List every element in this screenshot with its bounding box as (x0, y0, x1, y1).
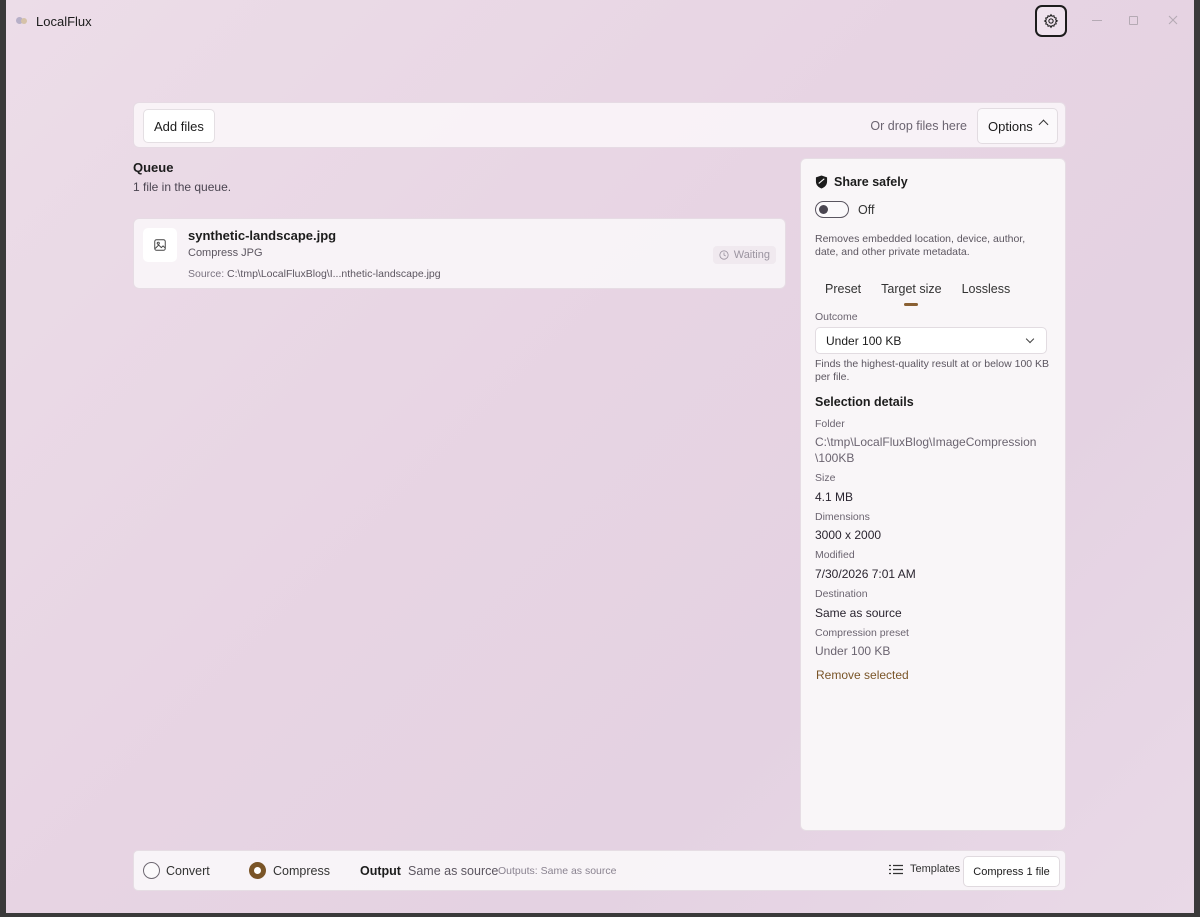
status-badge: Waiting (712, 246, 776, 264)
queue-title: Queue (133, 160, 174, 175)
share-safely-description: Removes embedded location, device, autho… (815, 233, 1026, 258)
compression-mode-tabs: Preset Target size Lossless (815, 279, 1020, 306)
destination-value: Same as source (815, 606, 902, 620)
outcome-dropdown[interactable]: Under 100 KB (815, 327, 1047, 354)
app-title: LocalFlux (36, 14, 92, 29)
options-label: Options (988, 118, 1033, 134)
convert-radio[interactable] (143, 862, 160, 879)
maximize-button[interactable] (1116, 8, 1150, 32)
add-files-button[interactable]: Add files (143, 109, 215, 143)
templates-label: Templates (910, 863, 961, 875)
list-icon (889, 864, 903, 874)
close-icon (1168, 15, 1178, 25)
templates-button[interactable]: Templates (889, 863, 960, 875)
file-source-label: Source: (188, 268, 225, 280)
drop-files-hint: Or drop files here (870, 119, 967, 133)
outcome-label: Outcome (815, 311, 858, 323)
minimize-button[interactable] (1080, 8, 1114, 32)
clock-icon (719, 250, 729, 260)
share-safely-toggle[interactable] (815, 201, 849, 218)
destination-label: Destination (815, 588, 868, 600)
compression-preset-value: Under 100 KB (815, 644, 891, 658)
dimensions-label: Dimensions (815, 511, 870, 523)
app-window: LocalFlux Add files Or drop files here O… (6, 0, 1194, 913)
outcome-hint: Finds the highest-quality result at or b… (815, 358, 1050, 383)
toggle-state-label: Off (858, 203, 875, 217)
compress-files-button[interactable]: Compress 1 file (963, 856, 1060, 887)
file-action: Compress JPG (188, 247, 263, 259)
share-safely-title: Share safely (834, 175, 908, 189)
output-value[interactable]: Same as source (408, 864, 498, 878)
image-file-icon (143, 228, 177, 262)
convert-label[interactable]: Convert (166, 864, 210, 878)
remove-selected-link[interactable]: Remove selected (816, 668, 909, 682)
output-summary: Outputs: Same as source (498, 865, 617, 877)
shield-icon (815, 175, 828, 189)
settings-button[interactable] (1035, 5, 1067, 37)
status-text: Waiting (733, 249, 770, 261)
minimize-icon (1092, 19, 1102, 21)
action-bar: Convert Compress Output Same as source O… (133, 850, 1066, 891)
options-button[interactable]: Options (977, 108, 1058, 144)
tab-lossless[interactable]: Lossless (952, 279, 1021, 306)
details-panel: Share safely Off Removes embedded locati… (800, 158, 1066, 831)
modified-value: 7/30/2026 7:01 AM (815, 567, 916, 581)
folder-label: Folder (815, 418, 845, 430)
gear-icon (1043, 13, 1059, 29)
maximize-icon (1128, 15, 1138, 25)
tab-target-size[interactable]: Target size (871, 279, 951, 306)
compress-label[interactable]: Compress (273, 864, 330, 878)
file-name: synthetic-landscape.jpg (188, 228, 337, 243)
close-button[interactable] (1156, 8, 1190, 32)
size-label: Size (815, 472, 836, 484)
output-label: Output (360, 864, 401, 878)
folder-value: C:\tmp\LocalFluxBlog\ImageCompression \1… (815, 435, 1037, 465)
compress-radio[interactable] (249, 862, 266, 879)
selection-details-title: Selection details (815, 395, 914, 409)
chevron-down-icon (1025, 334, 1035, 344)
size-value: 4.1 MB (815, 490, 854, 504)
app-logo-icon (16, 14, 30, 28)
queue-item[interactable]: synthetic-landscape.jpg Compress JPG Sou… (133, 218, 786, 289)
outcome-value: Under 100 KB (826, 334, 902, 348)
queue-count: 1 file in the queue. (133, 180, 232, 194)
tab-preset[interactable]: Preset (815, 279, 871, 306)
dimensions-value: 3000 x 2000 (815, 528, 882, 542)
compression-preset-label: Compression preset (815, 627, 909, 639)
share-safely-header: Share safely (815, 175, 908, 189)
file-input-bar: Add files Or drop files here Options (133, 102, 1066, 148)
modified-label: Modified (815, 549, 855, 561)
file-source-path: C:\tmp\LocalFluxBlog\I...nthetic-landsca… (227, 268, 441, 280)
chevron-up-icon (1038, 119, 1049, 130)
